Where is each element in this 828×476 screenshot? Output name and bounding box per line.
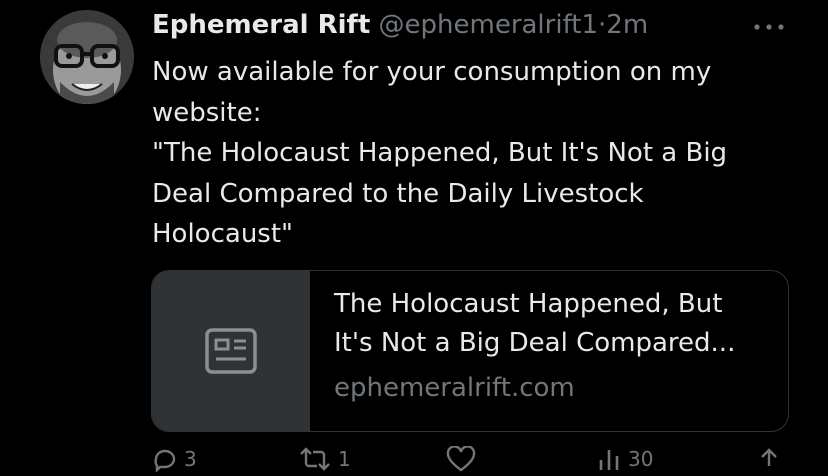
display-name[interactable]: Ephemeral Rift: [152, 10, 370, 40]
share-icon: [761, 448, 777, 466]
reply-button[interactable]: 3: [152, 446, 197, 472]
link-card-title-line: The Holocaust Happened, But: [334, 289, 723, 319]
retweet-icon: [300, 447, 330, 471]
tweet-text-line: website:: [152, 97, 262, 128]
share-button[interactable]: [756, 446, 782, 472]
retweet-count: 1: [338, 447, 351, 471]
views-count: 30: [628, 447, 654, 471]
reply-count: 3: [184, 447, 197, 471]
tweet-actions-bar: 3 1 30: [0, 446, 828, 476]
tweet-text: Now available for your consumption on my…: [152, 52, 802, 255]
heart-icon: [446, 446, 476, 472]
tweet-text-line: Deal Compared to the Daily Livestock: [152, 178, 644, 209]
link-card-thumbnail: [152, 271, 310, 431]
link-card[interactable]: The Holocaust Happened, But It's Not a B…: [151, 270, 789, 432]
tweet-text-line: Holocaust": [152, 219, 293, 249]
tweet-timestamp[interactable]: 2m: [606, 10, 648, 40]
link-card-text: The Holocaust Happened, But It's Not a B…: [334, 285, 774, 405]
tweet-header: Ephemeral Rift @ephemeralrift1·2m: [152, 8, 648, 42]
avatar[interactable]: [40, 10, 134, 104]
article-icon: [205, 328, 257, 374]
avatar-image: [40, 10, 134, 104]
views-icon: [599, 450, 619, 470]
views-button[interactable]: 30: [596, 446, 653, 472]
more-options-button[interactable]: [752, 10, 786, 38]
reply-icon: [154, 449, 176, 472]
more-horizontal-icon: [754, 24, 784, 30]
link-card-title-line: It's Not a Big Deal Compared...: [334, 328, 736, 358]
link-card-domain: ephemeralrift.com: [334, 373, 575, 403]
retweet-button[interactable]: 1: [298, 446, 351, 472]
user-handle[interactable]: @ephemeralrift1: [379, 10, 599, 40]
tweet-text-line: "The Holocaust Happened, But It's Not a …: [152, 138, 728, 168]
tweet-text-line: Now available for your consumption on my: [152, 57, 712, 87]
like-button[interactable]: [446, 446, 482, 472]
link-card-title: The Holocaust Happened, But It's Not a B…: [334, 285, 774, 363]
